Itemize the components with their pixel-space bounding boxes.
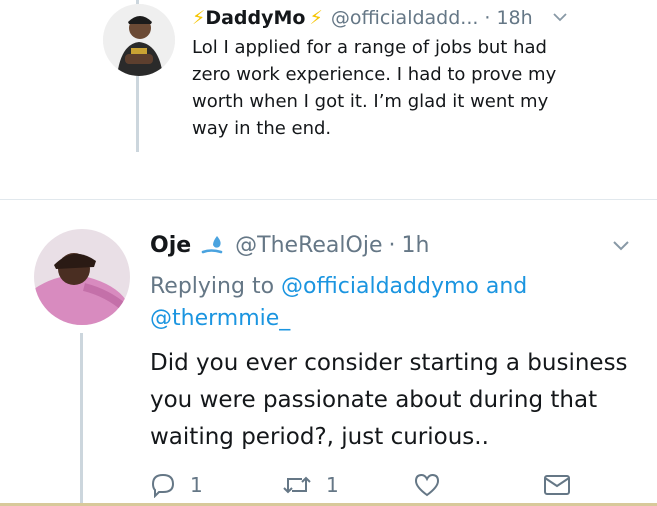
- replying-user-1[interactable]: @officialdaddymo: [281, 274, 479, 299]
- retweet-icon: [282, 472, 312, 498]
- tweet2-dot: ·: [388, 232, 396, 258]
- replying-prefix: Replying to: [150, 274, 275, 299]
- tweet1-dot: ·: [484, 7, 491, 29]
- retweet-button[interactable]: 1: [282, 472, 339, 498]
- reply-button[interactable]: 1: [150, 472, 203, 498]
- tweet1-handle[interactable]: @officialdadd...: [331, 7, 479, 29]
- tweet1-text: Lol I applied for a range of jobs but ha…: [192, 37, 557, 139]
- tweet1-time[interactable]: 18h: [496, 7, 532, 29]
- tweet2-header: Oje @TheRealOje · 1h: [150, 230, 429, 260]
- avatar-oje[interactable]: [34, 229, 130, 325]
- message-button[interactable]: [543, 473, 571, 497]
- divider: [0, 199, 657, 200]
- replying-and: and: [485, 274, 528, 299]
- tweet1-header: ⚡ DaddyMo ⚡ @officialdadd... · 18h: [192, 5, 533, 31]
- bolt-emoji: ⚡: [192, 7, 206, 29]
- tweet2-handle[interactable]: @TheRealOje: [235, 233, 382, 258]
- avatar-daddymo[interactable]: [103, 4, 175, 76]
- chevron-down-icon[interactable]: [551, 8, 569, 26]
- thread-line-bottom: [80, 333, 83, 506]
- droplet-icon: [201, 235, 225, 255]
- chevron-down-icon[interactable]: [610, 234, 632, 256]
- retweet-count: 1: [326, 473, 339, 497]
- like-icon: [413, 472, 441, 498]
- tweet2-text: Did you ever consider starting a busines…: [150, 350, 628, 450]
- reply-count: 1: [190, 473, 203, 497]
- replying-user-2[interactable]: @thermmie_: [150, 306, 290, 331]
- like-button[interactable]: [413, 472, 441, 498]
- tweet1-name[interactable]: DaddyMo: [205, 7, 305, 29]
- tweet2-time[interactable]: 1h: [401, 233, 429, 258]
- replying-to: Replying to @officialdaddymo and @thermm…: [150, 271, 620, 335]
- message-icon: [543, 473, 571, 497]
- tweet2-name[interactable]: Oje: [150, 233, 191, 258]
- bolt-emoji: ⚡: [309, 7, 323, 29]
- reply-icon: [150, 472, 176, 498]
